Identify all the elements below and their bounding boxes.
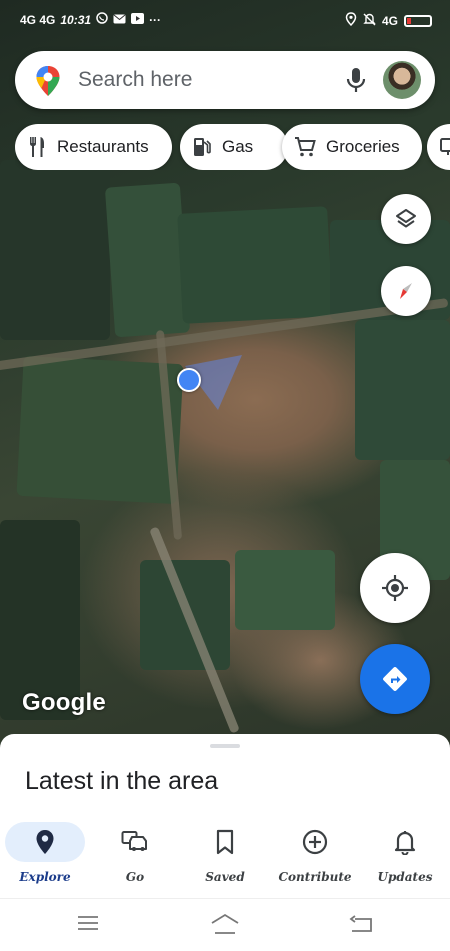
clock: 10:31 xyxy=(60,12,92,27)
directions-button[interactable] xyxy=(360,644,430,714)
chip-gas[interactable]: Gas xyxy=(180,124,288,170)
tab-contribute[interactable]: Contribute xyxy=(270,822,360,892)
bottom-nav: Explore Go Saved Contribute Updates xyxy=(0,822,450,892)
layers-icon xyxy=(396,209,416,228)
mail-icon xyxy=(113,13,126,27)
more-notifications: ··· xyxy=(149,12,162,27)
sheet-drag-handle[interactable] xyxy=(210,744,240,748)
google-attribution: Google xyxy=(22,689,106,716)
add-circle-icon xyxy=(302,829,328,855)
tab-label: Go xyxy=(125,870,145,884)
microphone-icon[interactable] xyxy=(345,66,367,99)
system-nav-bar xyxy=(0,898,450,951)
tab-icon-wrap xyxy=(365,822,445,862)
home-icon[interactable] xyxy=(210,913,240,940)
avatar[interactable] xyxy=(383,61,421,99)
sheet-title: Latest in the area xyxy=(25,767,219,795)
tab-label: Contribute xyxy=(278,870,352,884)
chip-label: Groceries xyxy=(326,137,400,156)
compass-icon xyxy=(400,283,412,299)
map-field xyxy=(355,320,450,460)
my-location-button[interactable] xyxy=(360,553,430,623)
my-location-icon xyxy=(382,575,408,601)
tab-saved[interactable]: Saved xyxy=(180,822,270,892)
tab-updates[interactable]: Updates xyxy=(360,822,450,892)
directions-icon xyxy=(383,667,407,691)
current-location-dot[interactable] xyxy=(177,368,201,392)
tab-icon-wrap xyxy=(275,822,355,862)
location-status-icon xyxy=(345,12,357,29)
map-field xyxy=(0,160,110,340)
gas-pump-icon xyxy=(194,138,211,156)
chip-label: Gas xyxy=(222,137,254,156)
youtube-icon xyxy=(131,12,145,27)
tab-icon-wrap xyxy=(5,822,85,862)
maps-logo-icon xyxy=(35,65,61,102)
network-indicator: 4G 4G xyxy=(20,12,56,27)
mute-icon xyxy=(363,13,376,29)
layers-button[interactable] xyxy=(381,194,431,244)
tab-label: Saved xyxy=(205,870,245,884)
map-field xyxy=(104,182,191,338)
pin-icon xyxy=(36,830,54,854)
whatsapp-icon xyxy=(96,12,108,27)
network-indicator-right: 4G xyxy=(381,13,398,28)
more-category-icon xyxy=(440,138,450,155)
battery-icon xyxy=(404,14,432,27)
tab-icon-wrap xyxy=(185,822,265,862)
map-field xyxy=(235,550,335,630)
compass-button[interactable] xyxy=(381,266,431,316)
chip-label: Restaurants xyxy=(57,137,149,156)
map-field xyxy=(177,206,333,324)
tab-go[interactable]: Go xyxy=(90,822,180,892)
chip-restaurants[interactable]: Restaurants xyxy=(15,124,172,170)
chip-more[interactable] xyxy=(427,124,450,170)
tab-explore[interactable]: Explore xyxy=(0,822,90,892)
bookmark-icon xyxy=(216,829,234,855)
search-input[interactable]: Search here xyxy=(78,68,192,92)
category-chips: Restaurants Gas Groceries xyxy=(15,124,450,170)
back-icon[interactable] xyxy=(348,913,374,940)
fork-knife-icon xyxy=(30,137,44,157)
tab-label: Explore xyxy=(19,870,71,884)
tab-label: Updates xyxy=(377,870,433,884)
map-field xyxy=(16,355,184,505)
chip-groceries[interactable]: Groceries xyxy=(282,124,422,170)
menu-icon[interactable] xyxy=(76,913,100,938)
tab-icon-wrap xyxy=(95,822,175,862)
car-icon xyxy=(121,831,147,851)
status-bar: 4G 4G 10:31 ··· 4G xyxy=(0,0,450,40)
cart-icon xyxy=(295,137,316,157)
search-bar[interactable]: Search here xyxy=(15,51,435,109)
bell-icon xyxy=(394,831,416,855)
